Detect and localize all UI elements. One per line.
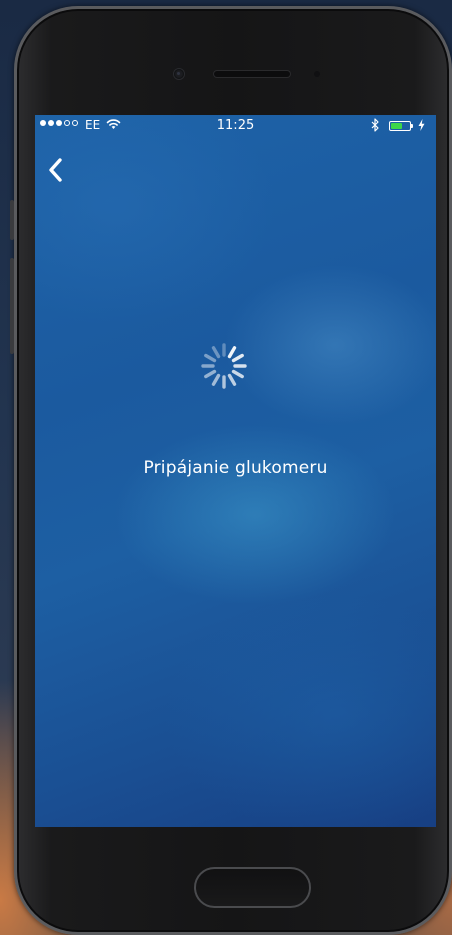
spinner-spoke — [227, 346, 237, 359]
battery-tip — [411, 124, 413, 128]
earpiece-speaker — [214, 71, 290, 77]
volume-button[interactable] — [10, 258, 14, 354]
spinner-spoke — [204, 353, 217, 363]
charging-bolt-icon — [418, 119, 425, 134]
spinner-spoke — [227, 373, 237, 386]
connecting-status-text: Pripájanie glukomeru — [143, 458, 328, 478]
proximity-sensor — [314, 71, 320, 77]
status-bar: EE 11:25 — [35, 115, 436, 137]
spinner-spoke — [231, 369, 244, 379]
battery-icon — [389, 121, 411, 131]
battery-level-fill — [391, 123, 402, 129]
spinner-spoke — [204, 369, 217, 379]
front-camera — [174, 69, 184, 79]
back-button[interactable] — [43, 155, 69, 185]
bluetooth-icon — [371, 118, 380, 135]
spinner-spoke — [211, 373, 221, 386]
mute-switch[interactable] — [10, 200, 14, 240]
spinner-spoke — [231, 353, 244, 363]
loading-spinner-icon — [201, 343, 247, 389]
spinner-spoke — [211, 346, 221, 359]
chevron-left-icon — [49, 158, 62, 182]
home-button[interactable] — [194, 867, 311, 908]
app-screen: EE 11:25 Pripájanie glukomeru — [35, 115, 436, 827]
